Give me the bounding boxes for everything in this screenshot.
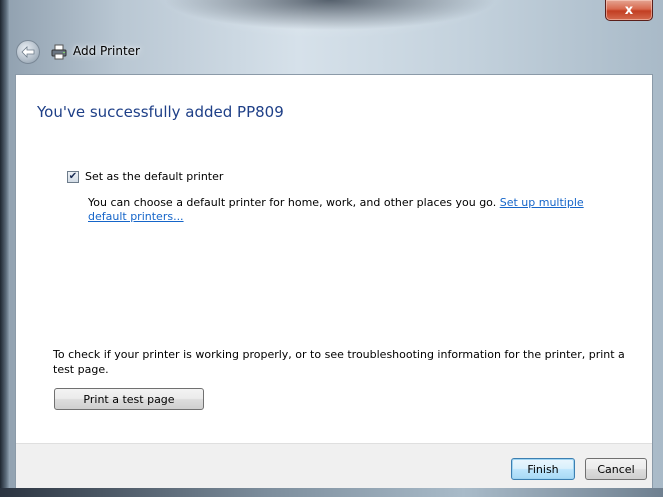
default-printer-checkbox[interactable]: ✔: [67, 171, 79, 183]
checkmark-icon: ✔: [68, 171, 78, 182]
close-button[interactable]: x: [605, 0, 653, 21]
window-title: Add Printer: [73, 44, 140, 58]
frame-bottom-edge: [0, 488, 663, 497]
finish-button[interactable]: Finish: [511, 458, 575, 480]
page-title: You've successfully added PP809: [37, 103, 284, 121]
test-page-info: To check if your printer is working prop…: [53, 348, 625, 376]
window-frame: x Add Printer You've successfully added …: [0, 0, 663, 497]
back-button[interactable]: [16, 40, 40, 64]
wizard-content: You've successfully added PP809 ✔ Set as…: [15, 74, 653, 492]
cancel-button[interactable]: Cancel: [585, 458, 647, 480]
frame-glass-shade: [120, 0, 540, 40]
close-icon: x: [624, 2, 634, 18]
frame-left-edge: [0, 0, 10, 497]
back-arrow-icon: [21, 46, 35, 58]
default-printer-description: You can choose a default printer for hom…: [88, 196, 608, 224]
default-description-text: You can choose a default printer for hom…: [88, 196, 497, 209]
print-test-page-button[interactable]: Print a test page: [54, 388, 204, 410]
default-printer-label[interactable]: Set as the default printer: [85, 170, 223, 183]
printer-icon: [51, 44, 67, 60]
button-bar: Finish Cancel: [16, 443, 652, 492]
